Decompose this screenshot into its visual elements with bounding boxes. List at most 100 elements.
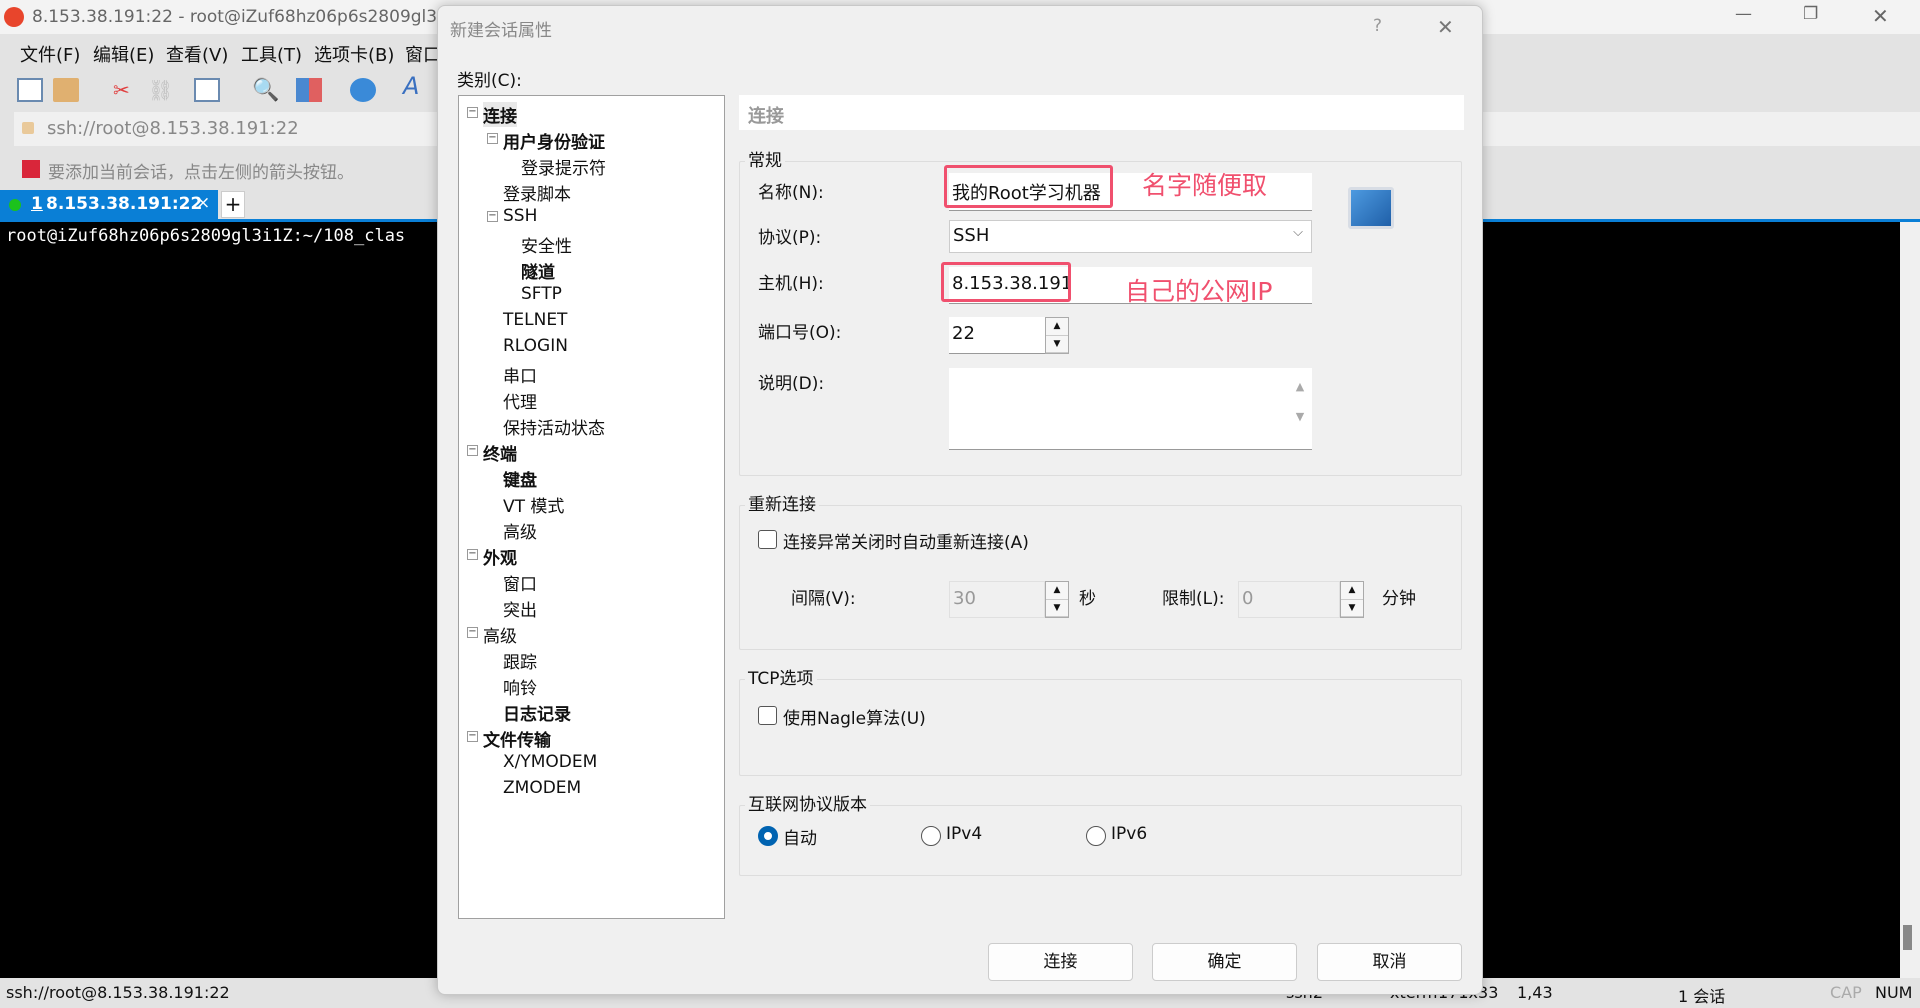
panel-header-title: 连接 <box>748 106 784 127</box>
window-title: 8.153.38.191:22 - root@iZuf68hz06p6s2809… <box>32 7 470 27</box>
tree-item[interactable]: TELNET <box>503 310 567 330</box>
interval-input[interactable]: 30 <box>949 581 1045 618</box>
category-tree[interactable]: − 连接 − 用户身份验证 登录提示符 登录脚本 − SSH 安全性 隧道 SFTP TELNET RL… <box>458 95 725 919</box>
bookmark-arrow-icon[interactable] <box>22 160 40 178</box>
globe-icon[interactable] <box>350 78 376 102</box>
nagle-label[interactable]: 使用Nagle算法(U) <box>783 704 926 729</box>
description-textarea[interactable]: ▲ ▼ <box>949 368 1312 450</box>
auto-reconnect-checkbox[interactable] <box>758 530 777 549</box>
expand-collapse-icon[interactable]: − <box>467 731 478 742</box>
name-label: 名称(N): <box>758 183 824 203</box>
chevron-down-icon: ⌵ <box>1293 225 1303 240</box>
radio-ipv4[interactable] <box>921 826 941 846</box>
tree-item[interactable]: 文件传输 <box>483 726 551 751</box>
address-text: ssh://root@8.153.38.191:22 <box>47 118 299 139</box>
tree-item[interactable]: 登录脚本 <box>503 180 571 205</box>
tree-item[interactable]: 高级 <box>503 518 537 543</box>
connect-button[interactable]: 连接 <box>988 943 1133 981</box>
radio-ipv4-label[interactable]: IPv4 <box>946 824 982 844</box>
interval-spinner[interactable]: ▲ ▼ <box>1045 581 1069 618</box>
menu-window[interactable]: 窗口 <box>405 41 441 67</box>
tree-item[interactable]: 保持活动状态 <box>503 414 605 439</box>
radio-ipv6[interactable] <box>1086 826 1106 846</box>
open-folder-icon[interactable] <box>53 78 79 102</box>
status-cap: CAP <box>1830 983 1862 1002</box>
tree-item[interactable]: 登录提示符 <box>521 154 606 179</box>
menu-tabs[interactable]: 选项卡(B) <box>314 41 394 67</box>
expand-collapse-icon[interactable]: − <box>467 107 478 118</box>
tree-item[interactable]: 响铃 <box>503 674 537 699</box>
tree-item[interactable]: 日志记录 <box>503 700 571 725</box>
tree-item[interactable]: ZMODEM <box>503 778 581 798</box>
tree-item[interactable]: RLOGIN <box>503 336 568 356</box>
textarea-scrollbar[interactable]: ▲ ▼ <box>1290 372 1310 444</box>
session-settings-icon[interactable] <box>194 78 220 102</box>
minimize-button[interactable]: — <box>1735 4 1752 24</box>
host-highlight-box <box>941 262 1071 302</box>
host-annotation: 自己的公网IP <box>1125 277 1273 306</box>
tree-item[interactable]: SFTP <box>521 284 562 304</box>
cancel-button[interactable]: 取消 <box>1317 943 1462 981</box>
ok-button[interactable]: 确定 <box>1152 943 1297 981</box>
radio-auto[interactable] <box>758 826 778 846</box>
expand-collapse-icon[interactable]: − <box>467 549 478 560</box>
reconnect-icon[interactable]: ⛓ <box>148 78 174 102</box>
tree-item[interactable]: 串口 <box>503 362 537 387</box>
port-value: 22 <box>952 323 975 344</box>
disconnect-icon[interactable]: ✂ <box>113 78 139 102</box>
tree-item[interactable]: 外观 <box>483 544 517 569</box>
tree-item[interactable]: 窗口 <box>503 570 537 595</box>
tree-item[interactable]: 代理 <box>503 388 537 413</box>
tree-item[interactable]: 高级 <box>483 622 517 647</box>
radio-auto-label[interactable]: 自动 <box>783 824 817 849</box>
limit-input[interactable]: 0 <box>1238 581 1340 618</box>
restore-button[interactable]: ❐ <box>1803 4 1818 24</box>
auto-reconnect-label[interactable]: 连接异常关闭时自动重新连接(A) <box>783 528 1029 553</box>
close-window-button[interactable]: ✕ <box>1872 4 1889 28</box>
scrollbar-thumb[interactable] <box>1903 925 1912 950</box>
tree-item[interactable]: SSH <box>503 206 537 226</box>
interval-unit: 秒 <box>1079 589 1096 609</box>
tree-item[interactable]: X/YMODEM <box>503 752 597 772</box>
tree-item[interactable]: 跟踪 <box>503 648 537 673</box>
host-label: 主机(H): <box>758 274 824 294</box>
expand-collapse-icon[interactable]: − <box>467 627 478 638</box>
menu-edit[interactable]: 编辑(E) <box>93 41 154 67</box>
tree-item[interactable]: 用户身份验证 <box>503 128 605 153</box>
description-label: 说明(D): <box>758 374 825 394</box>
port-spinner[interactable]: ▲ ▼ <box>1045 317 1069 354</box>
port-input[interactable]: 22 <box>949 317 1045 354</box>
terminal-scrollbar[interactable] <box>1900 222 1920 978</box>
font-icon[interactable]: A <box>403 72 429 100</box>
help-button[interactable]: ? <box>1373 16 1382 36</box>
limit-label: 限制(L): <box>1162 589 1225 609</box>
menu-file[interactable]: 文件(F) <box>20 41 80 67</box>
name-annotation: 名字随便取 <box>1142 171 1268 200</box>
new-tab-button[interactable]: + <box>221 191 245 218</box>
tree-item[interactable]: 安全性 <box>521 232 572 257</box>
tab-close-button[interactable]: × <box>196 193 210 213</box>
tree-item[interactable]: VT 模式 <box>503 492 564 517</box>
tree-item[interactable]: 隧道 <box>521 258 555 283</box>
tree-item[interactable]: 连接 <box>483 102 517 127</box>
protocol-select[interactable]: SSH ⌵ <box>949 220 1312 253</box>
tree-item[interactable]: 终端 <box>483 440 517 465</box>
new-session-icon[interactable] <box>17 78 43 102</box>
nagle-checkbox[interactable] <box>758 706 777 725</box>
tree-item[interactable]: 键盘 <box>503 466 537 491</box>
limit-spinner[interactable]: ▲ ▼ <box>1340 581 1364 618</box>
panel-header: 连接 <box>739 95 1464 130</box>
menu-view[interactable]: 查看(V) <box>166 41 228 67</box>
layout-icon[interactable] <box>296 78 322 102</box>
session-tab[interactable]: 1 8.153.38.191:22 × <box>0 190 218 219</box>
search-icon[interactable]: 🔍 <box>252 78 279 103</box>
status-sessions[interactable]: 1 会话 <box>1678 983 1725 1007</box>
expand-collapse-icon[interactable]: − <box>487 133 498 144</box>
menu-tools[interactable]: 工具(T) <box>241 41 302 67</box>
dialog-close-button[interactable]: ✕ <box>1437 15 1454 39</box>
expand-collapse-icon[interactable]: − <box>487 211 498 222</box>
expand-collapse-icon[interactable]: − <box>467 445 478 456</box>
radio-ipv6-label[interactable]: IPv6 <box>1111 824 1147 844</box>
hint-text: 要添加当前会话，点击左侧的箭头按钮。 <box>48 163 354 183</box>
tree-item[interactable]: 突出 <box>503 596 537 621</box>
